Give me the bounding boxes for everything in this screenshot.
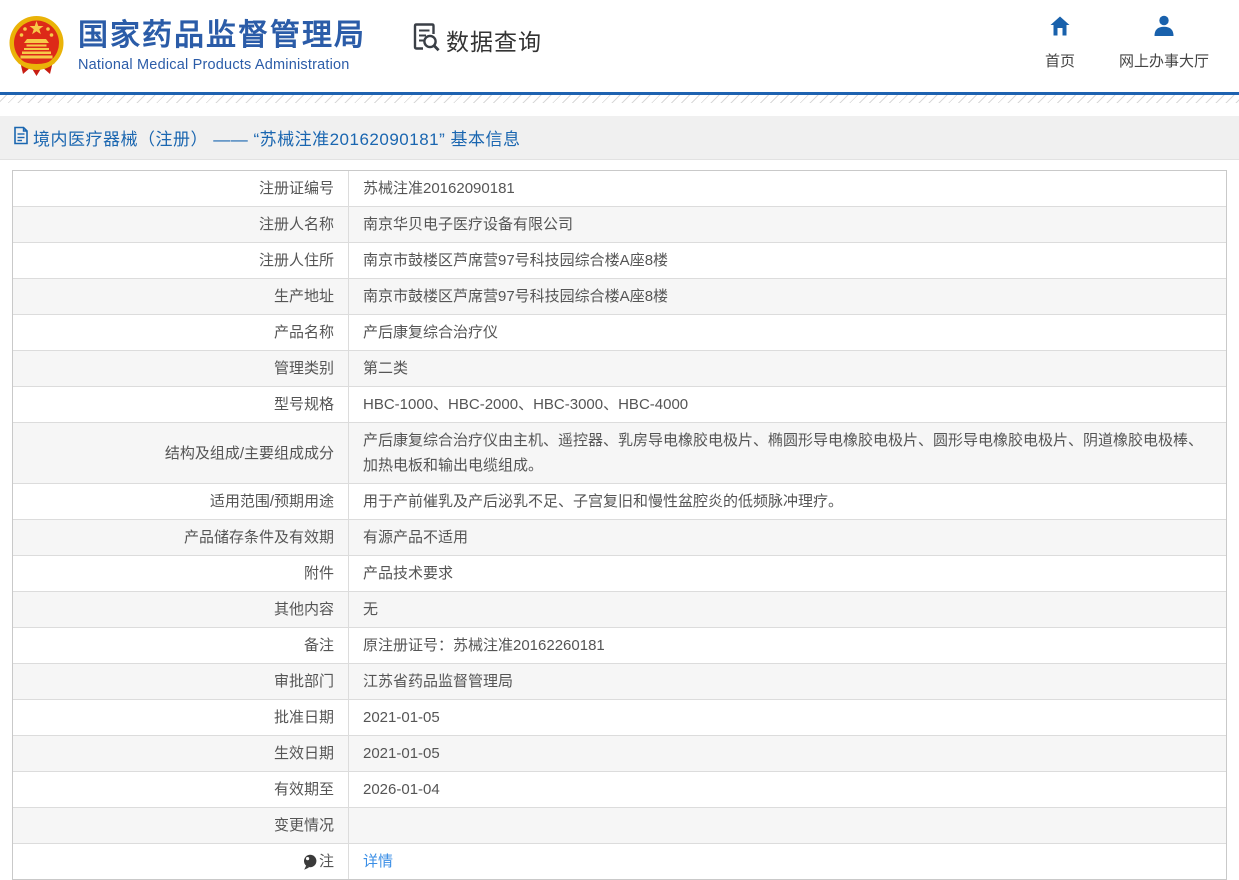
row-label-text: 注 [318, 853, 334, 870]
home-icon [1048, 14, 1072, 43]
user-icon [1151, 14, 1177, 43]
row-label: 有效期至 [13, 772, 349, 807]
row-label: 产品储存条件及有效期 [13, 520, 349, 555]
row-label-text: 附件 [303, 565, 334, 582]
row-label-text: 适用范围/预期用途 [209, 493, 334, 510]
row-value: 南京市鼓楼区芦席营97号科技园综合楼A座8楼 [363, 252, 669, 269]
row-value: 第二类 [363, 360, 409, 377]
table-row: 变更情况 [13, 807, 1226, 843]
row-label-text: 产品名称 [273, 324, 334, 341]
row-label-text: 批准日期 [273, 709, 334, 726]
table-row: 审批部门 江苏省药品监督管理局 [13, 663, 1226, 699]
site-header: 国家药品监督管理局 National Medical Products Admi… [0, 0, 1239, 92]
site-title-block: 国家药品监督管理局 National Medical Products Admi… [78, 19, 366, 73]
table-row: 型号规格 HBC-1000、HBC-2000、HBC-3000、HBC-4000 [13, 386, 1226, 422]
row-label: 管理类别 [13, 351, 349, 386]
row-label: 型号规格 [13, 387, 349, 422]
national-emblem-icon [8, 16, 65, 81]
row-value: 产后康复综合治疗仪由主机、遥控器、乳房导电橡胶电极片、椭圆形导电橡胶电极片、圆形… [363, 432, 1204, 474]
row-label-text: 管理类别 [273, 360, 334, 377]
row-label: 备注 [13, 628, 349, 663]
row-label-text: 产品储存条件及有效期 [183, 529, 334, 546]
table-row: 生产地址 南京市鼓楼区芦席营97号科技园综合楼A座8楼 [13, 278, 1226, 314]
table-row: 注册人名称 南京华贝电子医疗设备有限公司 [13, 206, 1226, 242]
nav-home[interactable]: 首页 [1045, 14, 1075, 71]
row-value: 2026-01-04 [363, 781, 440, 798]
breadcrumb: 境内医疗器械（注册） —— “苏械注准20162090181” 基本信息 [0, 116, 1239, 160]
nmpa-logo[interactable] [8, 15, 65, 77]
table-row: 有效期至 2026-01-04 [13, 771, 1226, 807]
row-label-text: 生产地址 [273, 288, 334, 305]
table-row: 其他内容 无 [13, 591, 1226, 627]
table-row: 管理类别 第二类 [13, 350, 1226, 386]
document-icon [13, 126, 29, 150]
row-label-text: 型号规格 [273, 396, 334, 413]
nav-service-hall-label: 网上办事大厅 [1118, 53, 1209, 70]
row-value: 2021-01-05 [363, 709, 440, 726]
table-row: 注册证编号 苏械注准20162090181 [13, 171, 1226, 206]
row-value: 苏械注准20162090181 [363, 180, 515, 197]
row-value: 产后康复综合治疗仪 [363, 324, 499, 341]
row-value: HBC-1000、HBC-2000、HBC-3000、HBC-4000 [363, 396, 689, 413]
row-value: 南京华贝电子医疗设备有限公司 [363, 216, 574, 233]
header-divider-hatch [0, 95, 1239, 103]
table-row: 适用范围/预期用途 用于产前催乳及产后泌乳不足、子宫复旧和慢性盆腔炎的低频脉冲理… [13, 483, 1226, 519]
row-label: 审批部门 [13, 664, 349, 699]
row-label-text: 有效期至 [273, 781, 334, 798]
site-title-cn: 国家药品监督管理局 [78, 19, 366, 53]
row-label-text: 变更情况 [273, 817, 334, 834]
row-label: 注册人住所 [13, 243, 349, 278]
row-label-text: 审批部门 [273, 673, 334, 690]
row-value: 2021-01-05 [363, 745, 440, 762]
table-row: 生效日期 2021-01-05 [13, 735, 1226, 771]
row-value: 无 [363, 601, 379, 618]
table-row: 附件 产品技术要求 [13, 555, 1226, 591]
row-label-text: 备注 [303, 637, 334, 654]
row-value: 有源产品不适用 [363, 529, 469, 546]
table-row: 批准日期 2021-01-05 [13, 699, 1226, 735]
row-label: 结构及组成/主要组成成分 [13, 423, 349, 483]
row-value: 用于产前催乳及产后泌乳不足、子宫复旧和慢性盆腔炎的低频脉冲理疗。 [363, 493, 844, 510]
site-title-en: National Medical Products Administration [78, 56, 350, 73]
detail-link[interactable]: 详情 [363, 849, 393, 874]
row-value [349, 808, 1226, 843]
table-row: 产品储存条件及有效期 有源产品不适用 [13, 519, 1226, 555]
row-label-text: 注册人住所 [258, 252, 334, 269]
row-label: 适用范围/预期用途 [13, 484, 349, 519]
nav-service-hall[interactable]: 网上办事大厅 [1119, 14, 1209, 71]
table-row: 注册人住所 南京市鼓楼区芦席营97号科技园综合楼A座8楼 [13, 242, 1226, 278]
table-row: 结构及组成/主要组成成分 产后康复综合治疗仪由主机、遥控器、乳房导电橡胶电极片、… [13, 422, 1226, 483]
row-label: 注册人名称 [13, 207, 349, 242]
header-nav: 首页 网上办事大厅 [1045, 14, 1209, 71]
info-table: 注册证编号 苏械注准20162090181 注册人名称 南京华贝电子医疗设备有限… [12, 170, 1227, 880]
row-value: 江苏省药品监督管理局 [363, 673, 514, 690]
row-label-text: 注册人名称 [258, 216, 334, 233]
table-row: 产品名称 产后康复综合治疗仪 [13, 314, 1226, 350]
row-label: 附件 [13, 556, 349, 591]
data-query-section[interactable]: 数据查询 [410, 22, 542, 58]
row-label-text: 其他内容 [273, 601, 334, 618]
row-label: 生效日期 [13, 736, 349, 771]
row-label: 变更情况 [13, 808, 349, 843]
data-query-icon [410, 22, 441, 58]
row-label-text: 生效日期 [273, 745, 334, 762]
row-value: 原注册证号：苏械注准20162260181 [363, 637, 605, 654]
row-label: 生产地址 [13, 279, 349, 314]
data-query-label: 数据查询 [446, 29, 542, 55]
row-label: 注册证编号 [13, 171, 349, 206]
table-row: 备注 原注册证号：苏械注准20162260181 [13, 627, 1226, 663]
row-label: 其他内容 [13, 592, 349, 627]
page-title: 境内医疗器械（注册） —— “苏械注准20162090181” 基本信息 [33, 130, 521, 149]
row-label: 产品名称 [13, 315, 349, 350]
row-label-text: 注册证编号 [258, 180, 334, 197]
row-label-text: 结构及组成/主要组成成分 [164, 444, 334, 462]
row-value: 产品技术要求 [363, 565, 454, 582]
bulb-icon [303, 854, 317, 871]
nav-home-label: 首页 [1044, 53, 1075, 70]
row-value: 南京市鼓楼区芦席营97号科技园综合楼A座8楼 [363, 288, 669, 305]
row-label: 批准日期 [13, 700, 349, 735]
